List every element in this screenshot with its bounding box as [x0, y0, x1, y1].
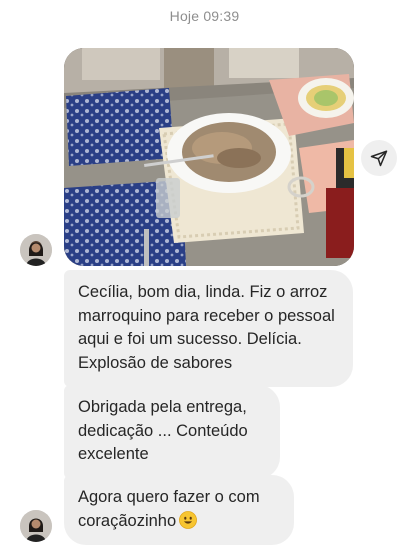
message-text: Agora quero fazer o com coraçãozinho [78, 488, 260, 530]
shared-photo[interactable] [64, 48, 354, 266]
message-bubble[interactable]: Cecília, bom dia, linda. Fiz o arroz mar… [64, 270, 353, 387]
profile-photo [20, 510, 52, 542]
chat-screen: Hoje 09:39 Cecília, bom dia, linda. Fiz … [0, 0, 409, 550]
message-bubble[interactable]: Obrigada pela entrega, dedicação ... Con… [64, 385, 280, 479]
share-button[interactable] [361, 140, 397, 176]
message-text: Obrigada pela entrega, dedicação ... Con… [78, 398, 248, 463]
paper-plane-icon [370, 150, 388, 167]
avatar[interactable] [20, 234, 52, 266]
message-timestamp: Hoje 09:39 [169, 8, 240, 24]
avatar[interactable] [20, 510, 52, 542]
profile-photo [20, 234, 52, 266]
smiling-face-icon [179, 510, 198, 529]
message-text: Cecília, bom dia, linda. Fiz o arroz mar… [78, 283, 335, 372]
message-bubble[interactable]: Agora quero fazer o com coraçãozinho [64, 475, 294, 545]
photo-illustration [64, 48, 354, 266]
